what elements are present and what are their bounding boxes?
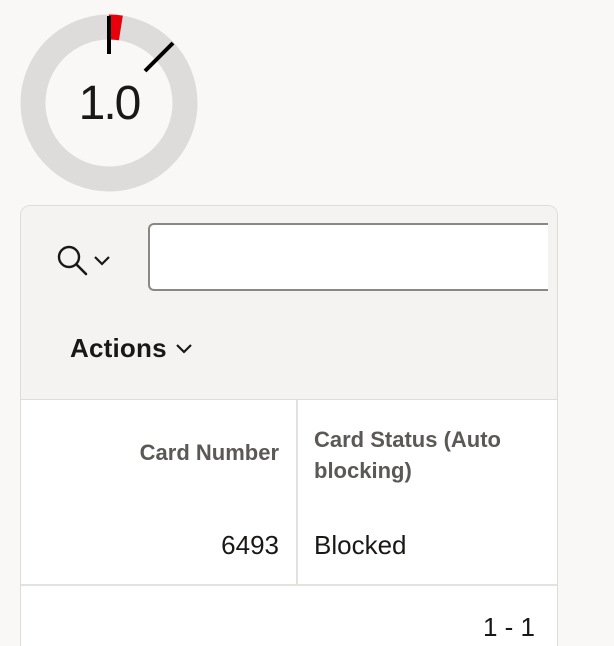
pagination-range: 1 - 1 xyxy=(482,612,535,642)
chevron-down-icon xyxy=(175,344,192,354)
interactive-report: Actions Card Number Card Status (Auto bl… xyxy=(20,205,558,646)
row-divider xyxy=(21,584,557,586)
actions-menu-button[interactable]: Actions xyxy=(70,328,195,368)
column-header-card-status[interactable]: Card Status (Auto blocking) xyxy=(314,424,544,486)
cell-card-number: 6493 xyxy=(221,530,279,560)
search-input[interactable] xyxy=(148,223,548,291)
chevron-down-icon xyxy=(94,256,110,266)
search-icon xyxy=(57,245,88,276)
column-divider xyxy=(296,400,298,584)
actions-label: Actions xyxy=(70,332,167,363)
report-toolbar: Actions xyxy=(21,206,557,400)
cell-card-status: Blocked xyxy=(314,530,407,560)
column-header-card-number[interactable]: Card Number xyxy=(21,440,279,466)
gauge-chart: 1.0 xyxy=(20,14,198,192)
page: 1.0 Actions Card Number Card Status (Aut… xyxy=(0,0,614,646)
search-column-menu-button[interactable] xyxy=(55,240,119,280)
gauge-value: 1.0 xyxy=(78,77,142,130)
